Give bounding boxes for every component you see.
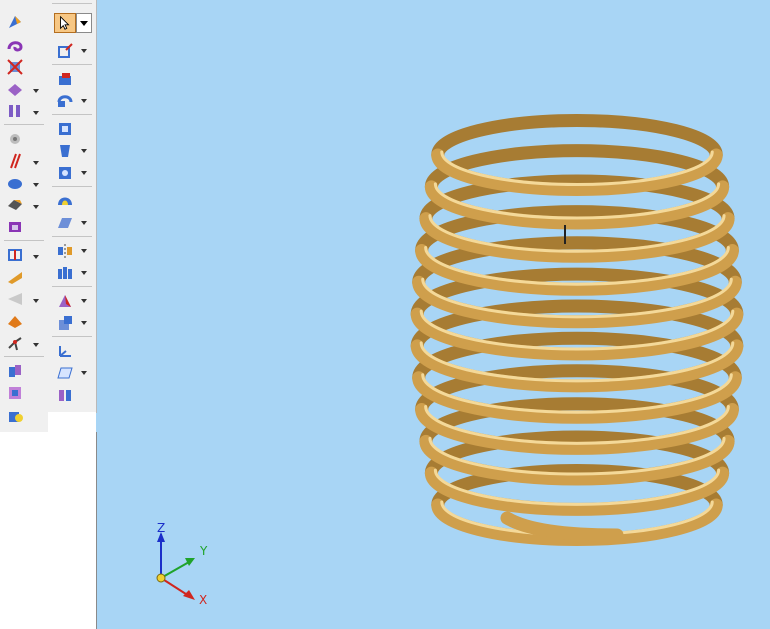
union-icon[interactable]: [6, 362, 26, 380]
normal-cut-dropdown[interactable]: [80, 170, 88, 176]
solid-sweep-icon[interactable]: [56, 292, 76, 310]
mounting-boss-icon[interactable]: [6, 312, 26, 330]
toolbar-left: [0, 0, 49, 433]
extrude-cut-icon[interactable]: [56, 120, 76, 138]
part-body-dropdown[interactable]: [80, 320, 88, 326]
revolve-dropdown[interactable]: [80, 98, 88, 104]
panel-background: [48, 412, 96, 432]
feature-library-icon[interactable]: [56, 264, 76, 282]
separator: [52, 186, 92, 187]
chamfer-dropdown[interactable]: [32, 204, 40, 210]
rib-icon[interactable]: [6, 246, 26, 264]
split-dropdown[interactable]: [32, 342, 40, 348]
select-tool-button[interactable]: [54, 13, 76, 33]
cut-icon[interactable]: [6, 58, 26, 76]
feature-library-dropdown[interactable]: [80, 270, 88, 276]
separator: [52, 336, 92, 337]
thicken-icon[interactable]: [6, 80, 26, 98]
separator: [52, 3, 92, 4]
separator: [4, 356, 44, 357]
sweep-icon[interactable]: [6, 13, 26, 31]
mirror-icon[interactable]: [56, 242, 76, 260]
surface-dropdown[interactable]: [80, 220, 88, 226]
separator: [52, 286, 92, 287]
part-body-icon[interactable]: [56, 314, 76, 332]
separator: [52, 236, 92, 237]
panel-background: [0, 432, 97, 629]
web-network-icon[interactable]: [6, 290, 26, 308]
revolve-icon[interactable]: [56, 92, 76, 110]
helix-icon[interactable]: [6, 37, 26, 55]
web-network-dropdown[interactable]: [32, 298, 40, 304]
replace-face-icon[interactable]: [56, 386, 76, 404]
plane-icon[interactable]: [56, 364, 76, 382]
cursor-icon: [60, 15, 70, 30]
rib-dropdown[interactable]: [32, 254, 40, 260]
emboss-icon[interactable]: [6, 384, 26, 402]
loft-icon[interactable]: [56, 142, 76, 160]
separator: [4, 240, 44, 241]
round-icon[interactable]: [6, 174, 26, 192]
plane-dropdown[interactable]: [80, 370, 88, 376]
loft-dropdown[interactable]: [80, 148, 88, 154]
round-dropdown[interactable]: [32, 182, 40, 188]
separator: [52, 64, 92, 65]
coordinate-system-icon[interactable]: [56, 342, 76, 360]
draft-icon[interactable]: [6, 152, 26, 170]
thicken-dropdown[interactable]: [32, 88, 40, 94]
surface-icon[interactable]: [56, 214, 76, 232]
graphics-viewport[interactable]: Z Y X: [97, 0, 770, 629]
shell-icon[interactable]: [6, 218, 26, 236]
split-icon[interactable]: [6, 334, 26, 352]
chamfer-icon[interactable]: [6, 196, 26, 214]
sketch-dropdown[interactable]: [80, 48, 88, 54]
pattern-icon[interactable]: [6, 102, 26, 120]
separator: [4, 124, 44, 125]
draft-dropdown[interactable]: [32, 160, 40, 166]
separator: [52, 114, 92, 115]
lip-icon[interactable]: [6, 268, 26, 286]
protrusion-icon[interactable]: [56, 70, 76, 88]
hole-icon[interactable]: [6, 130, 26, 148]
pattern-dropdown[interactable]: [32, 110, 40, 116]
solid-sweep-dropdown[interactable]: [80, 298, 88, 304]
part-copy-icon[interactable]: [6, 406, 26, 424]
y-axis-label: Y: [200, 544, 208, 558]
sketch-icon[interactable]: [56, 42, 76, 60]
x-axis-label: X: [199, 593, 208, 607]
z-axis-label: Z: [157, 521, 166, 535]
mirror-dropdown[interactable]: [80, 248, 88, 254]
dome-icon[interactable]: [56, 192, 76, 210]
select-tool-dropdown[interactable]: [76, 13, 92, 33]
normal-cut-icon[interactable]: [56, 164, 76, 182]
